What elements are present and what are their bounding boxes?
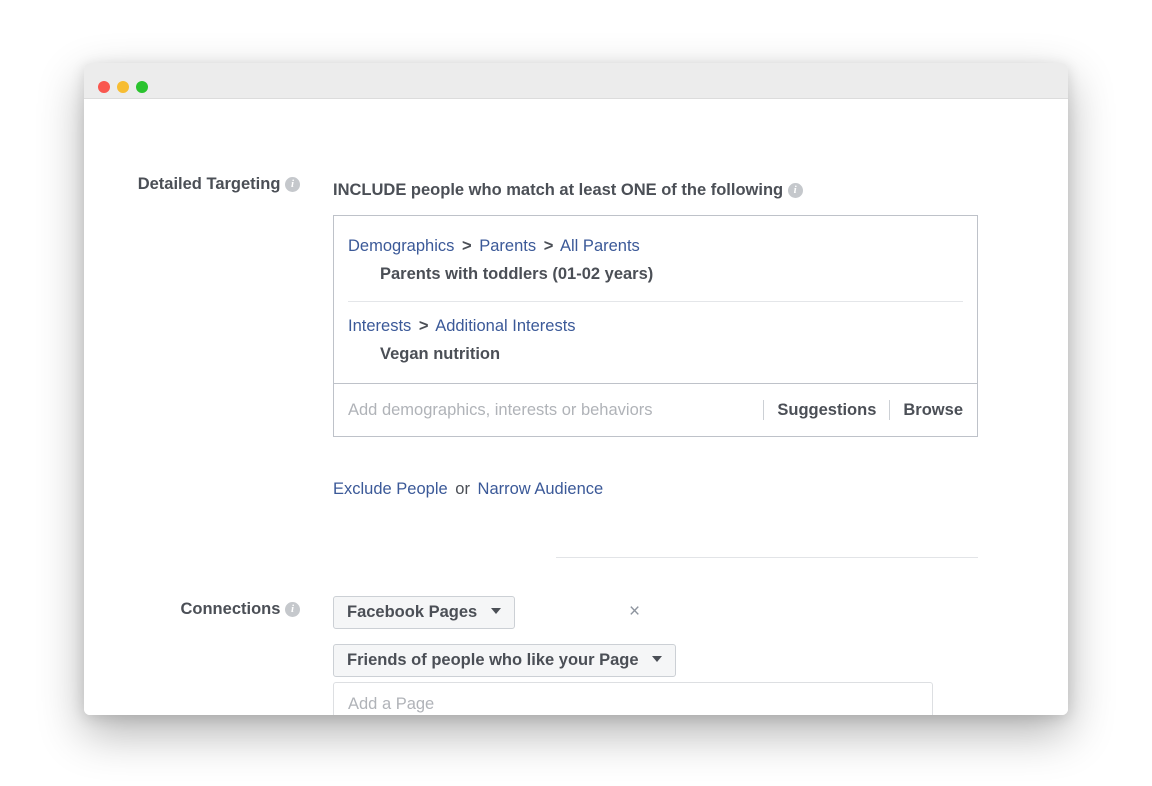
- connection-type-dropdown[interactable]: Facebook Pages: [333, 596, 515, 629]
- targeting-input-row: Suggestions Browse: [334, 383, 977, 436]
- detailed-targeting-box: Demographics > Parents > All Parents Par…: [333, 215, 978, 437]
- targeting-selection-list: Demographics > Parents > All Parents Par…: [334, 216, 977, 383]
- add-page-input[interactable]: [333, 682, 933, 715]
- targeting-group: Interests > Additional Interests Vegan n…: [334, 313, 977, 369]
- chevron-down-icon: [652, 656, 663, 662]
- targeting-selection-item[interactable]: Vegan nutrition: [348, 339, 963, 369]
- connection-detail-dropdown[interactable]: Friends of people who like your Page: [333, 644, 677, 677]
- breadcrumb-crumb[interactable]: Demographics: [348, 237, 454, 255]
- audience-links: Exclude People or Narrow Audience: [333, 480, 603, 499]
- window-titlebar: [84, 63, 1068, 99]
- breadcrumb: Interests > Additional Interests: [348, 313, 963, 339]
- breadcrumb-crumb[interactable]: Parents: [479, 237, 536, 255]
- breadcrumb-separator: >: [543, 237, 554, 255]
- or-label: or: [455, 480, 470, 498]
- detailed-targeting-label: Detailed Targeting i: [130, 175, 300, 194]
- breadcrumb-separator: >: [418, 317, 429, 335]
- suggestions-button[interactable]: Suggestions: [777, 401, 876, 420]
- divider: [763, 400, 765, 420]
- info-icon[interactable]: i: [285, 602, 300, 617]
- connection-type-dropdown-label: Facebook Pages: [347, 603, 478, 621]
- targeting-group: Demographics > Parents > All Parents Par…: [334, 233, 977, 289]
- detailed-targeting-label-text: Detailed Targeting: [137, 175, 281, 193]
- info-icon[interactable]: i: [285, 177, 300, 192]
- browse-button[interactable]: Browse: [903, 401, 963, 420]
- group-divider: [348, 301, 963, 302]
- breadcrumb-separator: >: [461, 237, 472, 255]
- section-divider: [556, 557, 978, 558]
- divider: [889, 400, 891, 420]
- remove-connection-button[interactable]: ×: [629, 599, 640, 625]
- targeting-search-input[interactable]: [348, 400, 751, 420]
- info-icon[interactable]: i: [787, 183, 803, 198]
- connections-label-text: Connections: [180, 600, 281, 618]
- exclude-people-link[interactable]: Exclude People: [333, 480, 448, 498]
- connections-label: Connections i: [130, 600, 300, 619]
- breadcrumb-crumb[interactable]: Interests: [348, 317, 411, 335]
- maximize-window-button[interactable]: [136, 81, 148, 93]
- chevron-down-icon: [490, 608, 501, 614]
- include-heading-text: INCLUDE people who match at least ONE of…: [333, 181, 784, 199]
- close-window-button[interactable]: [98, 81, 110, 93]
- breadcrumb-crumb[interactable]: All Parents: [560, 237, 640, 255]
- minimize-window-button[interactable]: [117, 81, 129, 93]
- connection-detail-dropdown-label: Friends of people who like your Page: [347, 651, 639, 669]
- targeting-selection-item[interactable]: Parents with toddlers (01-02 years): [348, 259, 963, 289]
- breadcrumb: Demographics > Parents > All Parents: [348, 233, 963, 259]
- browser-window: Detailed Targeting i INCLUDE people who …: [84, 63, 1068, 715]
- include-heading: INCLUDE people who match at least ONE of…: [333, 181, 803, 200]
- window-content: Detailed Targeting i INCLUDE people who …: [84, 99, 1068, 715]
- narrow-audience-link[interactable]: Narrow Audience: [478, 480, 604, 498]
- breadcrumb-crumb[interactable]: Additional Interests: [435, 317, 575, 335]
